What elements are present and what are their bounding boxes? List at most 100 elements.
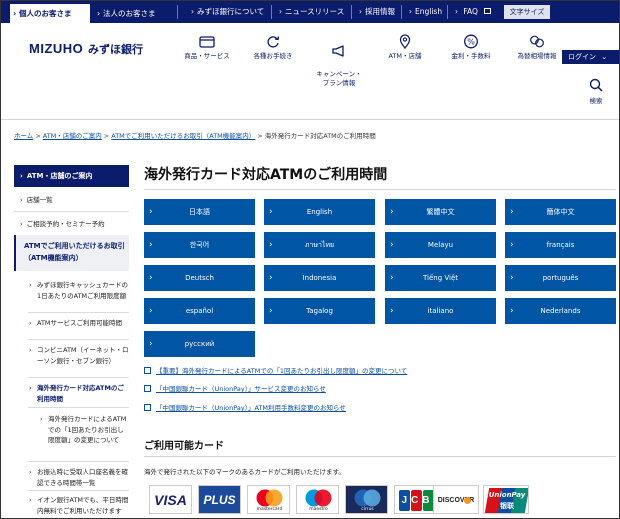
- location-pin-icon: [399, 34, 411, 49]
- language-button[interactable]: 日本語: [144, 199, 255, 225]
- card-icon: [199, 36, 215, 48]
- notice-unionpay-fee-link[interactable]: 「中国銀聯カード（UnionPay）」ATM利用手数料変更のお知らせ: [144, 402, 346, 412]
- utility-bar: 個人のお客さま 法人のお客さま みずほ銀行について ニュースリリース 採用情報 …: [1, 1, 619, 23]
- discover-logo: DISCOVER: [433, 485, 479, 514]
- careers-link[interactable]: 採用情報: [359, 1, 395, 23]
- language-button[interactable]: 繁體中文: [385, 199, 496, 225]
- language-button[interactable]: português: [505, 265, 616, 291]
- card-name: JCB: [401, 495, 434, 506]
- nav-label: 商品・サービス: [184, 52, 230, 60]
- segment-corporate-tab[interactable]: 法人のお客さま: [94, 4, 174, 23]
- search-button[interactable]: 検索: [578, 77, 614, 105]
- exchange-icon: [530, 35, 544, 48]
- sidebar-item-atm-functions[interactable]: ATMでご利用いただけるお取引（ATM機能案内）: [14, 235, 129, 271]
- language-button[interactable]: Melayu: [385, 232, 496, 258]
- nav-label: 為替相場情報: [517, 52, 557, 60]
- nav-exchange-rates[interactable]: 為替相場情報: [507, 34, 567, 61]
- language-button[interactable]: ภาษาไทย: [264, 232, 375, 258]
- svg-text:%: %: [467, 38, 475, 47]
- plus-logo: PLUS: [198, 485, 241, 514]
- login-button[interactable]: ログイン ⌄: [562, 50, 619, 64]
- notice-text: 【重要】海外発行カードによるATMでの「1回あたりお引出し限度額」の変更について: [156, 367, 408, 375]
- nav-procedures[interactable]: 各種お手続き: [243, 34, 303, 61]
- breadcrumb-atm-functions-link[interactable]: ATMでご利用いただけるお取引（ATM機能案内）: [111, 132, 255, 140]
- discover-dot-icon: [464, 497, 471, 504]
- divider: [401, 5, 402, 19]
- sidebar-item-reservation[interactable]: ご相談予約・セミナー予約: [14, 219, 129, 230]
- language-button[interactable]: français: [505, 232, 616, 258]
- mastercard-logo: mastercard: [247, 485, 290, 514]
- sidebar-nested-limit-change[interactable]: 海外発行カードによるATMでの「1回あたりお引出し限度額」の変更について: [39, 414, 129, 446]
- notice-unionpay-service-link[interactable]: 「中国銀聯カード（UnionPay）」サービス変更のお知らせ: [144, 383, 326, 393]
- language-button[interactable]: русский: [144, 331, 255, 357]
- card-name: UnionPay: [488, 491, 526, 499]
- logo-bank-name[interactable]: みずほ銀行: [88, 41, 143, 57]
- search-icon: [589, 78, 603, 92]
- sidebar-item-branches[interactable]: 店舗一覧: [14, 195, 129, 206]
- nav-label: 各種お手続き: [253, 52, 293, 60]
- language-button[interactable]: 簡体中文: [505, 199, 616, 225]
- nav-atm-branches[interactable]: ATM・店舗: [375, 34, 435, 61]
- faq-label: FAQ: [463, 7, 478, 16]
- sidebar-sub-daily-limit[interactable]: みずほ銀行キャッシュカードの1日あたりのATMご利用限度額: [28, 280, 129, 301]
- page-title: 海外発行カード対応ATMのご利用時間: [144, 167, 388, 183]
- percent-icon: %: [464, 34, 478, 49]
- search-label: 検索: [589, 97, 603, 105]
- divider: [351, 5, 352, 19]
- font-size-button[interactable]: 文字サイズ: [504, 5, 550, 19]
- document-icon: [144, 367, 151, 374]
- sidebar-sub-overseas-cards[interactable]: 海外発行カード対応ATMのご利用時間: [28, 383, 129, 404]
- language-button[interactable]: Tagalog: [264, 298, 375, 324]
- sidebar-sub-service-hours[interactable]: ATMサービスご利用可能時間: [28, 318, 129, 329]
- language-button[interactable]: Indonesia: [264, 265, 375, 291]
- sidebar-heading[interactable]: ATM・店舗のご案内: [14, 165, 129, 187]
- card-caption: cirrus: [361, 507, 374, 512]
- language-button[interactable]: Tiếng Việt: [385, 265, 496, 291]
- divider: [14, 211, 129, 212]
- nav-rates-fees[interactable]: % 金利・手数料: [441, 34, 501, 61]
- cards-section-title: ご利用可能カード: [144, 441, 224, 452]
- language-button[interactable]: Nederlands: [505, 298, 616, 324]
- sidebar-sub-convenience-atm[interactable]: コンビニATM（イーネット・ローソン銀行・セブン銀行）: [28, 345, 129, 366]
- notice-text: 「中国銀聯カード（UnionPay）」サービス変更のお知らせ: [156, 385, 326, 393]
- maestro-circles-icon: [305, 489, 332, 507]
- section-divider: [144, 456, 616, 457]
- nav-products[interactable]: 商品・サービス: [177, 34, 237, 61]
- document-icon: [144, 404, 151, 411]
- breadcrumb-home-link[interactable]: ホーム: [14, 132, 33, 140]
- card-name: DISCOVER: [437, 497, 475, 504]
- sidebar-sub-payee-name[interactable]: お振込時に受取人口座名義を確認できる時間帯一覧: [28, 467, 129, 488]
- about-link[interactable]: みずほ銀行について: [191, 1, 264, 23]
- divider: [28, 490, 129, 491]
- language-button[interactable]: español: [144, 298, 255, 324]
- notice-text: 「中国銀聯カード（UnionPay）」ATM利用手数料変更のお知らせ: [156, 404, 346, 412]
- logo-mark[interactable]: MIZUHO: [29, 41, 83, 56]
- divider: [177, 5, 178, 19]
- breadcrumb-sep: >: [35, 132, 41, 140]
- sidebar-sub-aeon-atm[interactable]: イオン銀行ATMでも、平日時間内無料でご利用いただけます: [28, 495, 129, 516]
- cards-description: 海外で発行された以下のマークのあるカードがご利用いただけます。: [144, 468, 345, 476]
- divider: [28, 377, 129, 378]
- notice-limit-change-link[interactable]: 【重要】海外発行カードによるATMでの「1回あたりお引出し限度額」の変更について: [144, 365, 407, 375]
- divider: [28, 339, 129, 340]
- nav-campaigns[interactable]: キャンペーン・ プラン情報: [309, 34, 369, 88]
- header-divider: [1, 119, 619, 120]
- news-link[interactable]: ニュースリリース: [279, 1, 344, 23]
- language-button[interactable]: italiano: [385, 298, 496, 324]
- language-button[interactable]: English: [264, 199, 375, 225]
- faq-link[interactable]: FAQ: [455, 1, 492, 23]
- breadcrumb-atm-link[interactable]: ATM・店舗のご案内: [43, 132, 102, 140]
- language-button[interactable]: Deutsch: [144, 265, 255, 291]
- segment-personal-tab[interactable]: 個人のお客さま: [10, 4, 90, 23]
- breadcrumb-sep: >: [103, 132, 110, 140]
- maestro-logo: maestro: [296, 485, 339, 514]
- megaphone-icon: [332, 45, 344, 57]
- breadcrumb-sep: >: [257, 132, 263, 140]
- language-button[interactable]: 한국어: [144, 232, 255, 258]
- divider: [271, 5, 272, 19]
- divider: [28, 312, 129, 313]
- english-link[interactable]: English: [409, 1, 442, 23]
- chevron-down-icon: ⌄: [601, 53, 608, 61]
- sidebar-heading-label: ATM・店舗のご案内: [26, 172, 93, 180]
- mastercard-circles-icon: [256, 489, 283, 507]
